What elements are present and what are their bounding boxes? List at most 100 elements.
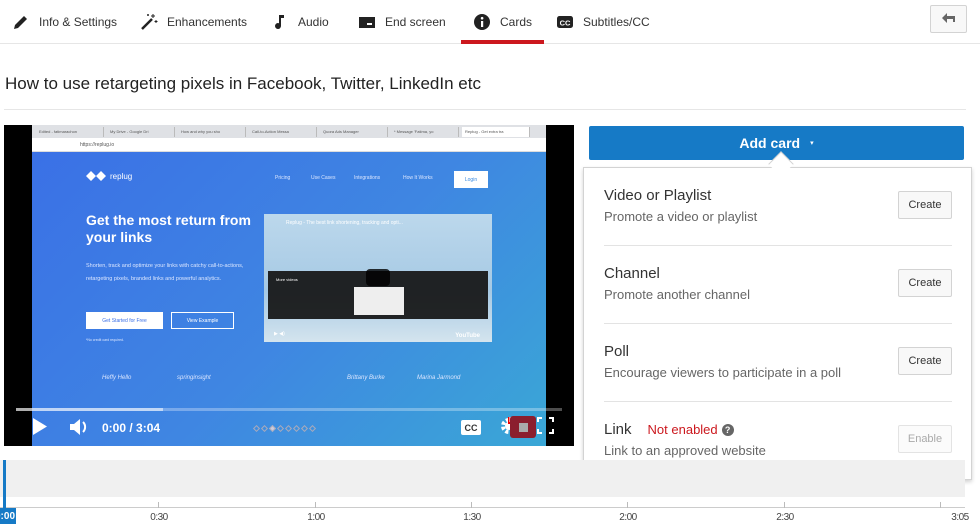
card-type-subtitle: Promote a video or playlist xyxy=(604,209,758,224)
client-logo: Marina Jarmond xyxy=(417,375,461,381)
browser-tab: My Drive - Google Dri xyxy=(107,126,175,137)
tab-label: Cards xyxy=(500,15,533,29)
help-icon[interactable]: ? xyxy=(721,424,734,436)
embed-title: Replug - The best link shortening, track… xyxy=(286,220,403,226)
tab-end-screen[interactable]: End screen xyxy=(358,0,446,44)
hero-primary-button: Get Started for Free xyxy=(86,312,163,329)
client-logo: springinsight xyxy=(177,375,211,381)
card-type-title: Link xyxy=(604,421,632,438)
tab-cards[interactable]: Cards xyxy=(460,0,545,44)
client-logo: Heffy Hello xyxy=(102,375,132,381)
tab-subtitles-cc[interactable]: CC Subtitles/CC xyxy=(556,0,650,44)
dot xyxy=(276,424,285,433)
recorded-browser-tabs: Edited - fatimarachon My Drive - Google … xyxy=(32,125,546,138)
card-type-title: Poll xyxy=(604,343,630,360)
hero-heading: Get the most return from your links xyxy=(86,212,251,245)
site-nav-item: Use Cases xyxy=(311,175,336,181)
timeline-tick-label: 3:05 xyxy=(951,512,969,523)
timeline-track[interactable] xyxy=(0,460,965,497)
chapter-dots xyxy=(252,424,317,433)
card-type-title: Channel xyxy=(604,265,660,282)
music-note-icon xyxy=(271,13,289,31)
browser-tab: How and why you sho xyxy=(178,126,246,137)
card-type-subtitle: Encourage viewers to participate in a po… xyxy=(604,365,842,380)
timeline-tick-label: 1:30 xyxy=(463,512,481,523)
create-poll-card-button[interactable]: Create xyxy=(898,347,952,375)
client-logo: Brittany Burke xyxy=(347,375,385,381)
svg-text:CC: CC xyxy=(560,19,571,28)
dot xyxy=(308,424,317,433)
magic-wand-icon xyxy=(140,13,158,31)
pencil-icon xyxy=(12,13,30,31)
dot xyxy=(300,424,309,433)
volume-button[interactable] xyxy=(68,418,92,440)
overlay-avatar xyxy=(510,416,536,438)
timeline-tick-label: 2:00 xyxy=(619,512,637,523)
info-icon xyxy=(473,13,491,31)
browser-tab: Replug - Get extra tra xyxy=(462,126,530,137)
timeline-tick xyxy=(315,502,316,508)
back-button[interactable] xyxy=(930,5,967,33)
tab-info-settings[interactable]: Info & Settings xyxy=(12,0,117,44)
tab-enhancements[interactable]: Enhancements xyxy=(140,0,247,44)
caret-down-icon: ▾ xyxy=(810,140,814,147)
site-nav-item: Integrations xyxy=(354,175,381,181)
video-thumbnail xyxy=(354,287,404,315)
hero-secondary-button: View Example xyxy=(171,312,234,329)
volume-icon xyxy=(70,418,90,441)
dot xyxy=(284,424,293,433)
timeline-axis xyxy=(0,507,965,508)
tab-label: Audio xyxy=(298,15,329,29)
browser-tab: Edited - fatimarachon xyxy=(36,126,104,137)
logo-text: replug xyxy=(110,171,133,181)
playhead-time: 0:00 xyxy=(0,508,16,524)
timeline-playhead[interactable] xyxy=(3,460,6,508)
timeline-tick xyxy=(158,502,159,508)
embed-play-icon xyxy=(366,269,390,286)
tab-audio[interactable]: Audio xyxy=(271,0,329,44)
dot xyxy=(292,424,301,433)
avatar-icon xyxy=(518,422,528,432)
dot xyxy=(260,424,269,433)
card-type-poll: Poll Encourage viewers to participate in… xyxy=(604,342,952,387)
buffered-progress xyxy=(16,408,164,411)
fullscreen-button[interactable] xyxy=(535,417,555,438)
divider xyxy=(604,401,952,402)
site-login-button: Login xyxy=(454,171,488,188)
browser-tab: Call-to-Action Messa xyxy=(249,126,317,137)
browser-tab: Quora Ads Manager xyxy=(320,126,388,137)
timeline-tick xyxy=(940,502,941,508)
card-type-title-row: Link Not enabled? xyxy=(604,421,734,438)
back-arrow-icon xyxy=(941,10,956,28)
site-nav-item: Pricing xyxy=(275,175,291,181)
cc-icon: CC xyxy=(464,422,478,433)
create-video-card-button[interactable]: Create xyxy=(898,191,952,219)
youtube-logo: YouTube xyxy=(455,333,480,339)
url-text: https://replug.io xyxy=(80,141,115,148)
captions-button[interactable]: CC xyxy=(461,420,481,435)
hero-text: Shorten, track and optimize your links w… xyxy=(86,263,244,282)
dot xyxy=(268,424,277,433)
site-nav-item: How It Works xyxy=(403,175,433,181)
not-enabled-status: Not enabled xyxy=(647,422,718,437)
timeline-tick xyxy=(627,502,628,508)
timeline-tick-label: 2:30 xyxy=(776,512,794,523)
play-icon xyxy=(33,418,47,440)
video-frame: Edited - fatimarachon My Drive - Google … xyxy=(32,125,546,446)
video-player[interactable]: Edited - fatimarachon My Drive - Google … xyxy=(4,125,574,446)
video-title: How to use retargeting pixels in Faceboo… xyxy=(5,74,481,93)
timeline-tick xyxy=(784,502,785,508)
card-type-video-playlist: Video or Playlist Promote a video or pla… xyxy=(604,186,952,231)
dot xyxy=(252,424,261,433)
timeline-tick-label: 0:30 xyxy=(150,512,168,523)
browser-tab: * Message 'Fatima, yo xyxy=(391,126,459,137)
enable-link-button[interactable]: Enable xyxy=(898,425,952,453)
hero-note: *No credit card required. xyxy=(86,338,124,342)
play-button[interactable] xyxy=(30,418,50,440)
time-display: 0:00 / 3:04 xyxy=(102,421,161,435)
progress-bar[interactable] xyxy=(16,408,562,411)
create-channel-card-button[interactable]: Create xyxy=(898,269,952,297)
tab-label: Enhancements xyxy=(167,15,248,29)
divider xyxy=(604,245,952,246)
end-screen-icon xyxy=(358,13,376,31)
